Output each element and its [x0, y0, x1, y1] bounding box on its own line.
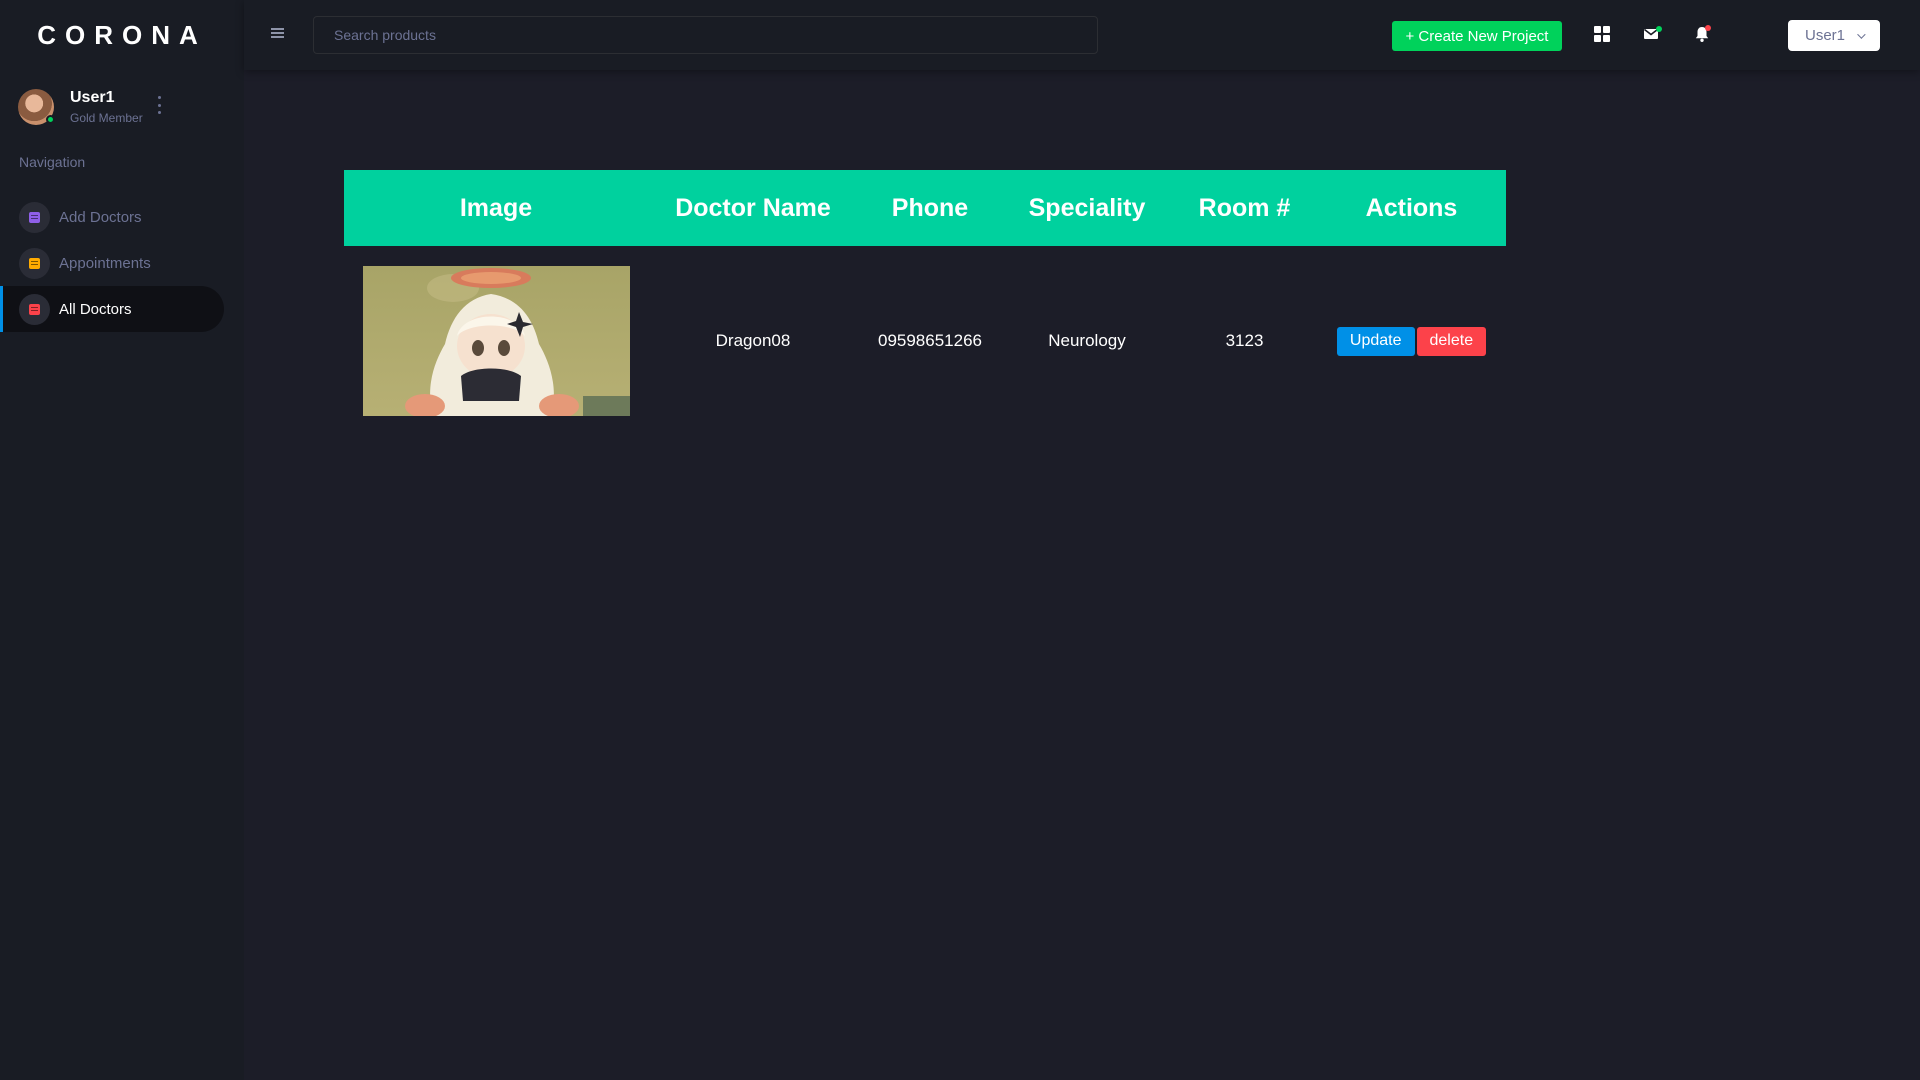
nav-section-title: Navigation — [19, 154, 86, 170]
mail-icon[interactable] — [1642, 24, 1662, 44]
sidebar: CORONA User1 Gold Member Navigation Add … — [0, 0, 244, 1080]
doctor-speciality-cell: Neurology — [1048, 331, 1126, 350]
column-header-image: Image — [459, 193, 533, 222]
user-dropdown-label: User1 — [1804, 27, 1845, 44]
notification-badge-dot — [1705, 25, 1711, 31]
menu-toggle-icon[interactable] — [271, 28, 284, 38]
topbar: + Create New Project User1 — [244, 0, 1920, 70]
mail-badge-dot — [1656, 26, 1662, 32]
doctors-table: Image Doctor Name Phone Speciality Room … — [344, 170, 1506, 436]
avatar[interactable] — [18, 89, 55, 125]
profile-options-icon[interactable] — [152, 96, 166, 114]
table-row: Dragon08 09598651266 Neurology 3123 Upda… — [344, 246, 1506, 436]
sidebar-item-label: Appointments — [59, 254, 151, 272]
sidebar-item-label: Add Doctors — [59, 208, 142, 226]
update-button[interactable]: Update — [1336, 326, 1415, 356]
create-new-project-button[interactable]: + Create New Project — [1392, 21, 1562, 51]
bell-icon[interactable] — [1692, 24, 1712, 44]
document-icon — [19, 293, 50, 325]
online-status-dot — [46, 115, 55, 124]
doctor-name-cell: Dragon08 — [715, 331, 791, 350]
doctor-room-cell: 3123 — [1225, 331, 1264, 350]
sidebar-item-label: All Doctors — [59, 300, 132, 318]
profile-block: User1 Gold Member — [0, 70, 244, 134]
column-header-room: Room # — [1198, 193, 1291, 222]
profile-subtitle: Gold Member — [70, 111, 143, 125]
doctors-table-container: Image Doctor Name Phone Speciality Room … — [344, 170, 1506, 436]
document-icon — [19, 247, 50, 279]
chevron-down-icon — [1857, 29, 1866, 39]
column-header-doctor-name: Doctor Name — [675, 193, 831, 222]
apps-grid-icon[interactable] — [1592, 24, 1612, 44]
sidebar-item-appointments[interactable]: Appointments — [0, 240, 224, 286]
sidebar-item-add-doctors[interactable]: Add Doctors — [0, 194, 224, 240]
column-header-speciality: Speciality — [1028, 193, 1146, 222]
search-input[interactable] — [313, 16, 1098, 54]
doctor-photo — [362, 266, 630, 416]
brand-logo[interactable]: CORONA — [0, 0, 244, 70]
profile-name: User1 — [70, 89, 115, 106]
doctor-actions-cell: Update delete — [1317, 246, 1506, 436]
document-icon — [19, 201, 50, 233]
doctor-phone-cell: 09598651266 — [877, 331, 982, 350]
doctor-image-cell — [344, 246, 648, 436]
table-header-row: Image Doctor Name Phone Speciality Room … — [344, 170, 1506, 246]
delete-button[interactable]: delete — [1416, 326, 1487, 356]
user-dropdown[interactable]: User1 — [1788, 20, 1880, 51]
column-header-actions: Actions — [1365, 193, 1458, 222]
sidebar-item-all-doctors[interactable]: All Doctors — [0, 286, 224, 332]
column-header-phone: Phone — [891, 193, 969, 222]
